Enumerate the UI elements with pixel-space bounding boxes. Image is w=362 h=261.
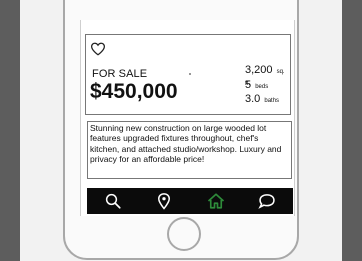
separator-dot [189, 73, 191, 75]
beds-value: 5 [245, 79, 252, 91]
sqft-value: 3,200 [245, 64, 273, 76]
listing-description: Stunning new construction on large woode… [87, 121, 292, 179]
listing-status: FOR SALE [92, 68, 148, 80]
beds-stat: 5 beds [245, 79, 268, 91]
favorite-heart-icon[interactable] [90, 42, 106, 56]
chat-bubble-icon [258, 194, 275, 209]
baths-stat: 3.0 baths [245, 93, 279, 105]
tab-search[interactable] [100, 190, 126, 212]
bottom-tab-bar [87, 188, 293, 214]
tab-home[interactable] [203, 190, 229, 212]
baths-unit: baths [264, 98, 280, 104]
tab-messages[interactable] [254, 190, 280, 212]
listing-card: FOR SALE $450,000 3,200 sq. ft. 5 beds 3… [85, 34, 291, 115]
home-button[interactable] [167, 217, 201, 251]
app-viewport: FOR SALE $450,000 3,200 sq. ft. 5 beds 3… [0, 0, 362, 261]
baths-value: 3.0 [245, 93, 261, 105]
left-edge [0, 0, 20, 261]
right-edge [342, 0, 362, 261]
map-pin-icon [158, 193, 171, 210]
search-icon [105, 193, 121, 209]
tab-map[interactable] [151, 190, 177, 212]
listing-price: $450,000 [90, 80, 178, 103]
home-icon [207, 193, 224, 209]
beds-unit: beds [255, 84, 269, 90]
